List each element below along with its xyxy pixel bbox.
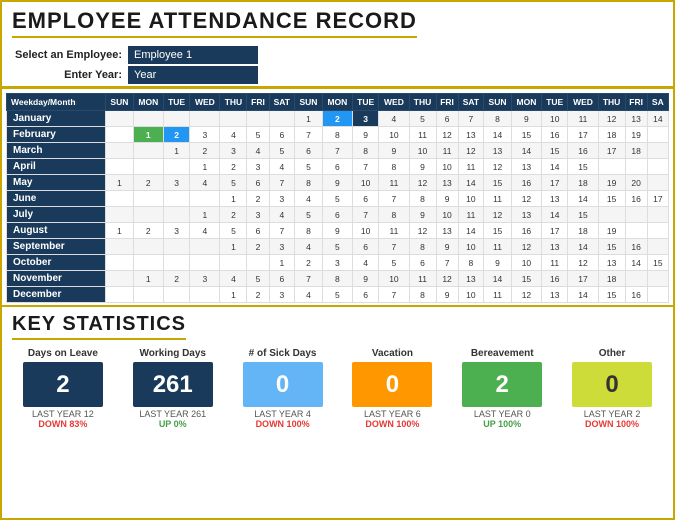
employee-input[interactable]: Employee 1 [128,46,258,64]
header-section: EMPLOYEE ATTENDANCE RECORD Select an Emp… [2,2,673,89]
employee-row: Select an Employee: Employee 1 [12,46,663,64]
card-change: DOWN 100% [365,419,419,429]
card-last-year: LAST YEAR 0 [474,409,531,419]
table-row: March123456789101112131415161718 [7,143,669,159]
card-value: 261 [133,362,213,407]
stat-card: # of Sick Days 0 LAST YEAR 4DOWN 100% [232,348,334,429]
stats-title: KEY STATISTICS [12,313,186,340]
page-title: EMPLOYEE ATTENDANCE RECORD [12,8,417,38]
stat-card: Bereavement 2 LAST YEAR 0UP 100% [451,348,553,429]
card-change: DOWN 83% [38,419,87,429]
stat-card: Days on Leave 2 LAST YEAR 12DOWN 83% [12,348,114,429]
card-label: Bereavement [471,348,534,359]
card-last-year: LAST YEAR 4 [254,409,311,419]
card-last-year: LAST YEAR 2 [584,409,641,419]
card-value: 0 [243,362,323,407]
card-change: UP 100% [483,419,521,429]
card-last-year: LAST YEAR 12 [32,409,94,419]
card-value: 2 [23,362,103,407]
card-value: 0 [572,362,652,407]
header-fields: Select an Employee: Employee 1 Enter Yea… [12,46,663,84]
card-last-year: LAST YEAR 261 [139,409,206,419]
card-change: UP 0% [159,419,187,429]
table-row: November123456789101112131415161718 [7,271,669,287]
table-row: January1234567891011121314 [7,111,669,127]
calendar-header: Weekday/MonthSUNMONTUEWEDTHUFRISATSUNMON… [7,94,669,111]
table-row: May1234567891011121314151617181920 [7,175,669,191]
table-row: February12345678910111213141516171819 [7,127,669,143]
card-value: 2 [462,362,542,407]
card-label: # of Sick Days [249,348,317,359]
card-label: Working Days [139,348,206,359]
calendar-section: Weekday/MonthSUNMONTUEWEDTHUFRISATSUNMON… [2,89,673,305]
table-row: June1234567891011121314151617 [7,191,669,207]
card-label: Other [599,348,626,359]
stats-cards: Days on Leave 2 LAST YEAR 12DOWN 83% Workin… [12,348,663,429]
table-row: October123456789101112131415 [7,255,669,271]
card-change: DOWN 100% [256,419,310,429]
stat-card: Working Days 261 LAST YEAR 261UP 0% [122,348,224,429]
stat-card: Other 0 LAST YEAR 2DOWN 100% [561,348,663,429]
employee-label: Select an Employee: [12,49,122,61]
calendar-table: Weekday/MonthSUNMONTUEWEDTHUFRISATSUNMON… [6,93,669,303]
card-label: Days on Leave [28,348,98,359]
stats-section: KEY STATISTICS Days on Leave 2 LAST YEAR 1… [2,305,673,435]
card-label: Vacation [372,348,413,359]
stat-card: Vacation 0 LAST YEAR 6DOWN 100% [341,348,443,429]
card-last-year: LAST YEAR 6 [364,409,421,419]
card-value: 0 [352,362,432,407]
calendar-body: January1234567891011121314February123456… [7,111,669,303]
table-row: August12345678910111213141516171819 [7,223,669,239]
card-change: DOWN 100% [585,419,639,429]
table-row: July123456789101112131415 [7,207,669,223]
year-label: Enter Year: [12,69,122,81]
table-row: September12345678910111213141516 [7,239,669,255]
year-row: Enter Year: Year [12,66,663,84]
table-row: April123456789101112131415 [7,159,669,175]
year-input[interactable]: Year [128,66,258,84]
table-row: December12345678910111213141516 [7,287,669,303]
